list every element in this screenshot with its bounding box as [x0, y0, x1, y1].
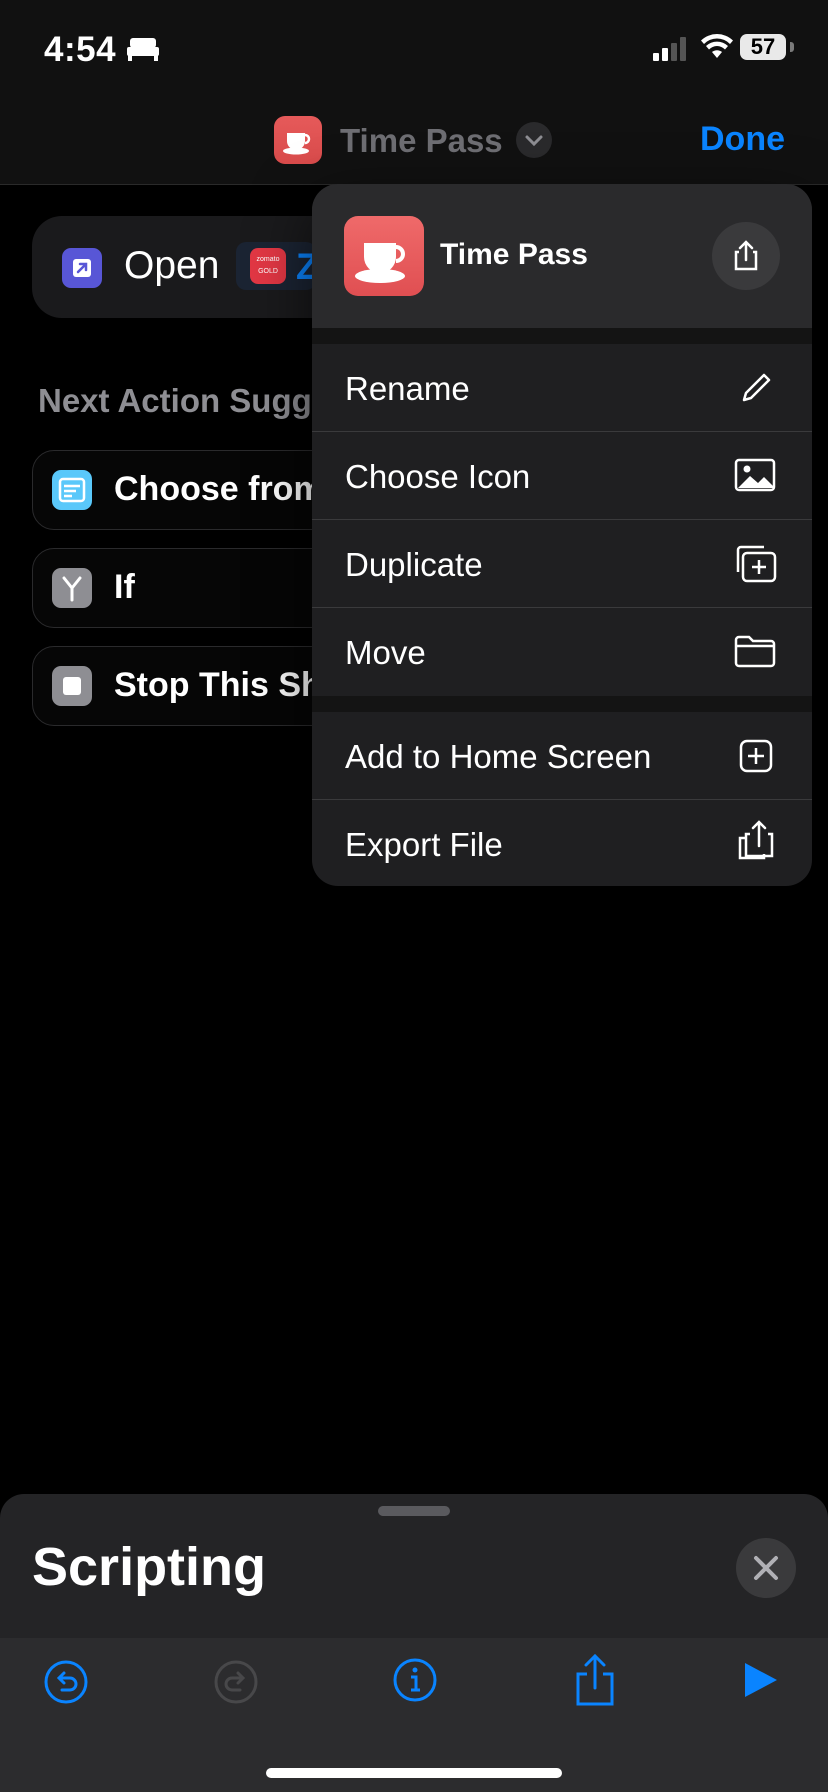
folder-icon	[734, 635, 776, 668]
suggestion-label: Choose from	[114, 470, 324, 508]
battery-nub	[790, 42, 794, 52]
plus-square-icon	[739, 739, 773, 773]
menu-item-label: Move	[345, 634, 426, 671]
pencil-icon	[742, 373, 771, 402]
menu-item-label: Duplicate	[345, 546, 483, 583]
branch-icon	[52, 568, 92, 608]
info-icon[interactable]	[391, 1656, 439, 1704]
home-indicator	[266, 1768, 562, 1778]
suggestion-label: If	[114, 568, 135, 606]
menu-section-separator	[312, 328, 812, 344]
stop-icon	[52, 666, 92, 706]
play-icon[interactable]	[740, 1660, 780, 1700]
sheet-title: Scripting	[32, 1537, 267, 1597]
shortcut-icon[interactable]	[274, 116, 322, 164]
menu-item-label: Choose Icon	[345, 458, 531, 495]
menu-share-button[interactable]	[712, 222, 780, 290]
suggestions-header: Next Action Sugg	[38, 382, 312, 419]
zomato-app-icon: zomato GOLD	[250, 248, 286, 284]
bed-icon	[127, 38, 159, 61]
export-icon	[738, 820, 774, 860]
battery-indicator: 57	[740, 34, 786, 60]
menu-shortcut-icon	[344, 216, 424, 296]
menu-item-label: Export File	[345, 826, 503, 863]
status-time: 4:54	[44, 30, 117, 69]
menu-shortcut-name: Time Pass	[440, 238, 588, 271]
sheet-grabber[interactable]	[378, 1506, 450, 1516]
arrow-up-right-icon	[73, 259, 91, 277]
done-button[interactable]: Done	[700, 120, 785, 159]
suggestion-label: Stop This Sh	[114, 666, 322, 704]
duplicate-icon	[736, 545, 777, 583]
zomato-badge-text: zomato	[256, 256, 280, 263]
cellular-signal-icon	[653, 37, 686, 61]
coffee-cup-icon	[283, 133, 311, 155]
menu-list-icon	[52, 470, 92, 510]
title-menu-button[interactable]	[516, 122, 552, 158]
coffee-cup-icon	[355, 243, 405, 283]
menu-item-label: Rename	[345, 370, 470, 407]
share-icon	[734, 240, 758, 271]
close-icon	[754, 1556, 778, 1580]
open-app-icon	[62, 248, 102, 288]
photo-icon	[734, 458, 776, 492]
menu-item-label: Add to Home Screen	[345, 738, 652, 775]
chevron-down-icon	[525, 135, 543, 147]
shortcut-title[interactable]: Time Pass	[340, 122, 503, 160]
open-action-label: Open	[124, 244, 220, 287]
redo-icon[interactable]	[212, 1658, 260, 1706]
menu-section-separator	[312, 696, 812, 712]
share-icon[interactable]	[572, 1652, 618, 1708]
zomato-badge-sub: GOLD	[258, 268, 278, 275]
wifi-icon	[701, 34, 733, 58]
undo-icon[interactable]	[42, 1658, 90, 1706]
close-sheet-button[interactable]	[736, 1538, 796, 1598]
